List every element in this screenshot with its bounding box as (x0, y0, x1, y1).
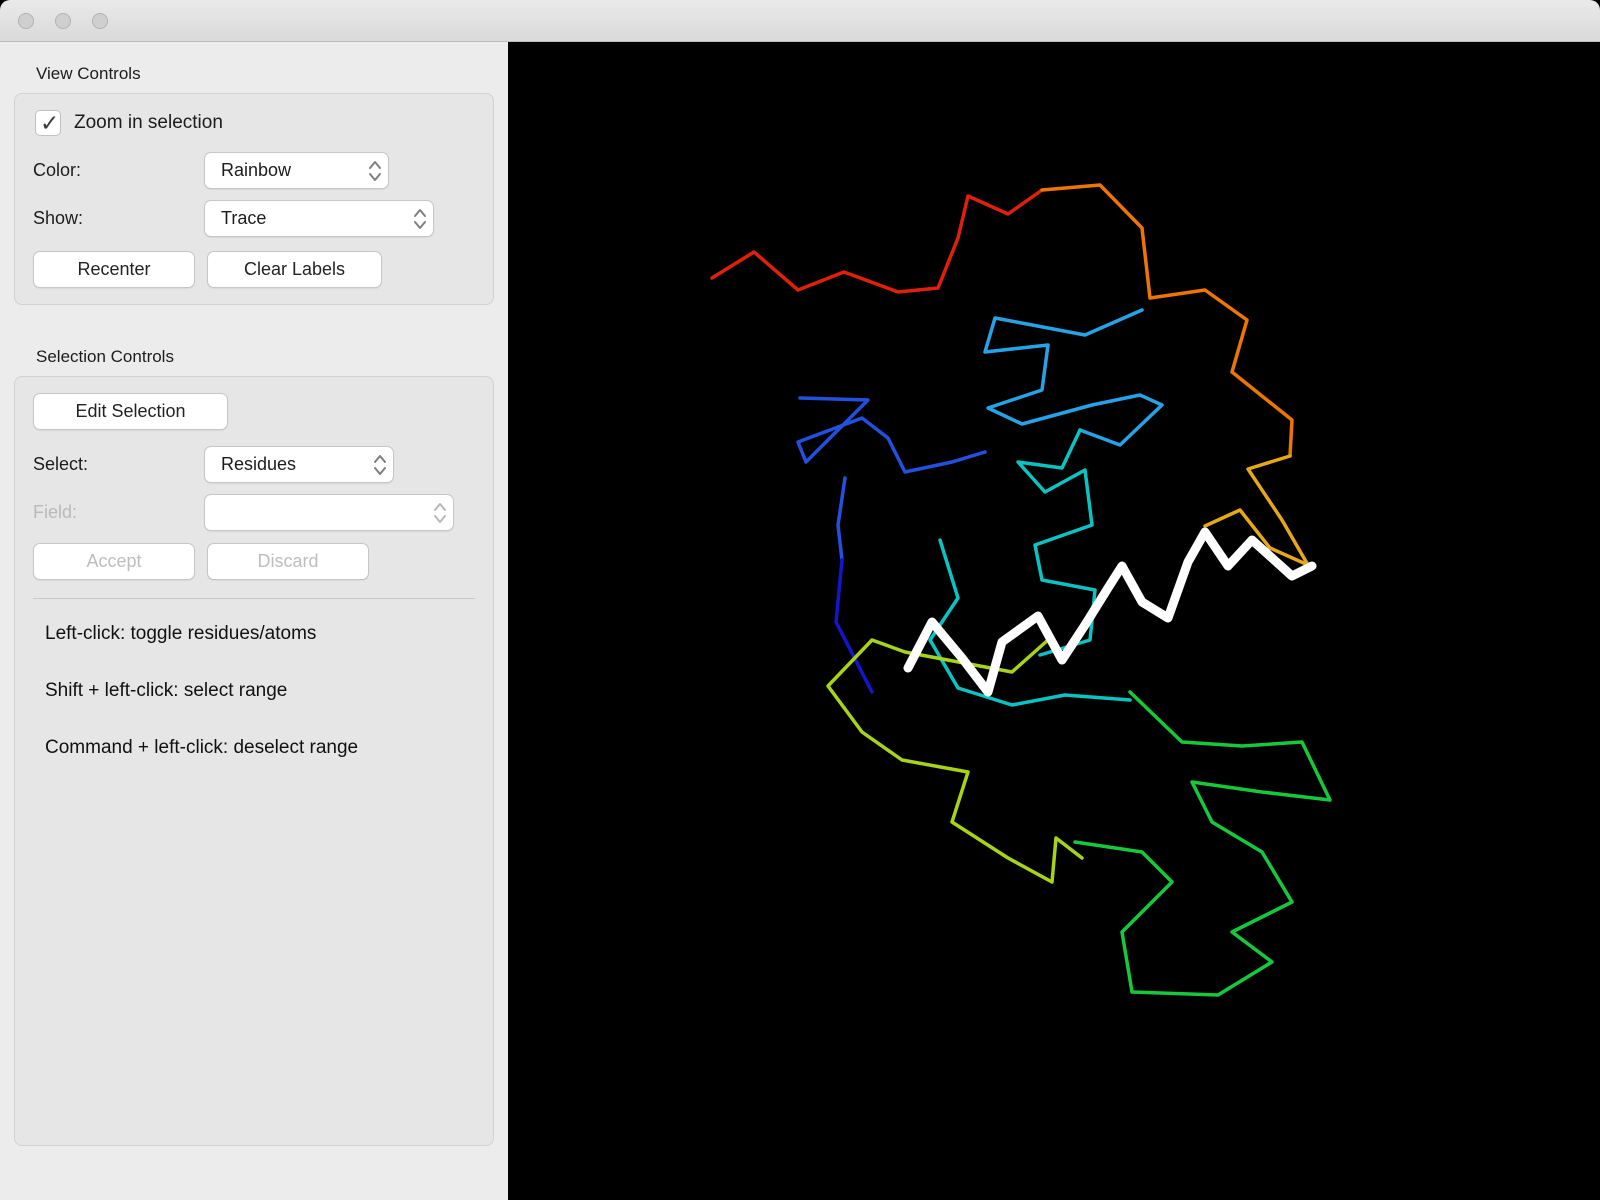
title-bar (0, 0, 1600, 42)
color-row: Color: Rainbow (33, 152, 475, 189)
help-line-shift-click: Shift + left-click: select range (45, 680, 288, 701)
trace-segment-cyan (983, 308, 1164, 447)
show-popup-value: Trace (221, 208, 267, 228)
show-row: Show: Trace (33, 200, 475, 237)
accept-button: Accept (33, 543, 195, 580)
minimize-button[interactable] (55, 12, 71, 29)
zoom-in-selection-label: Zoom in selection (74, 112, 223, 133)
edit-selection-button[interactable]: Edit Selection (33, 393, 228, 430)
selection-controls-group: Edit Selection Select: Residues Field: A… (14, 376, 494, 1146)
color-label: Color: (33, 160, 82, 180)
field-label: Field: (33, 502, 78, 522)
divider (33, 598, 475, 599)
molecule-viewport[interactable] (508, 42, 1600, 1200)
main-area: View Controls Zoom in selection Color: R… (0, 42, 1600, 1200)
help-line-left-click: Left-click: toggle residues/atoms (45, 623, 317, 644)
select-popup[interactable]: Residues (204, 446, 394, 483)
view-buttons-row: Recenter Clear Labels (33, 251, 475, 288)
discard-button: Discard (207, 543, 369, 580)
popup-stepper-icon (374, 454, 386, 475)
selection-controls-title: Selection Controls (36, 347, 174, 366)
app-window: View Controls Zoom in selection Color: R… (0, 0, 1600, 1200)
select-row: Select: Residues (33, 446, 475, 483)
color-popup-value: Rainbow (221, 160, 292, 180)
zoom-button[interactable] (92, 12, 108, 29)
help-line-command-click: Command + left-click: deselect range (45, 737, 359, 758)
clear-labels-button[interactable]: Clear Labels (207, 251, 382, 288)
recenter-button[interactable]: Recenter (33, 251, 195, 288)
field-row: Field: (33, 494, 475, 531)
view-controls-group: Zoom in selection Color: Rainbow Show: (14, 93, 494, 305)
show-label: Show: (33, 208, 84, 228)
field-popup (204, 494, 454, 531)
trace-segment-red (710, 188, 1044, 294)
zoom-in-selection-checkbox[interactable] (35, 110, 61, 137)
accept-discard-row: Accept Discard (33, 543, 475, 580)
trace-segment-green (1073, 690, 1332, 997)
close-button[interactable] (18, 12, 34, 29)
zoom-in-selection-row: Zoom in selection (35, 110, 475, 137)
color-popup[interactable]: Rainbow (204, 152, 389, 189)
control-sidebar: View Controls Zoom in selection Color: R… (0, 42, 508, 1200)
trace-segment-blue-stem (836, 476, 847, 562)
select-label: Select: (33, 454, 89, 474)
select-popup-value: Residues (221, 454, 297, 474)
popup-stepper-icon (414, 208, 426, 229)
view-controls-title: View Controls (36, 64, 141, 83)
show-popup[interactable]: Trace (204, 200, 434, 237)
trace-segment-selection-white (903, 527, 1317, 697)
trace-segment-blue (796, 396, 987, 474)
protein-trace-svg (710, 183, 1332, 997)
popup-stepper-icon (369, 160, 381, 181)
trace-segment-chartreuse (826, 638, 1084, 884)
popup-stepper-icon (434, 502, 446, 523)
trace-segment-orange (1040, 183, 1294, 458)
